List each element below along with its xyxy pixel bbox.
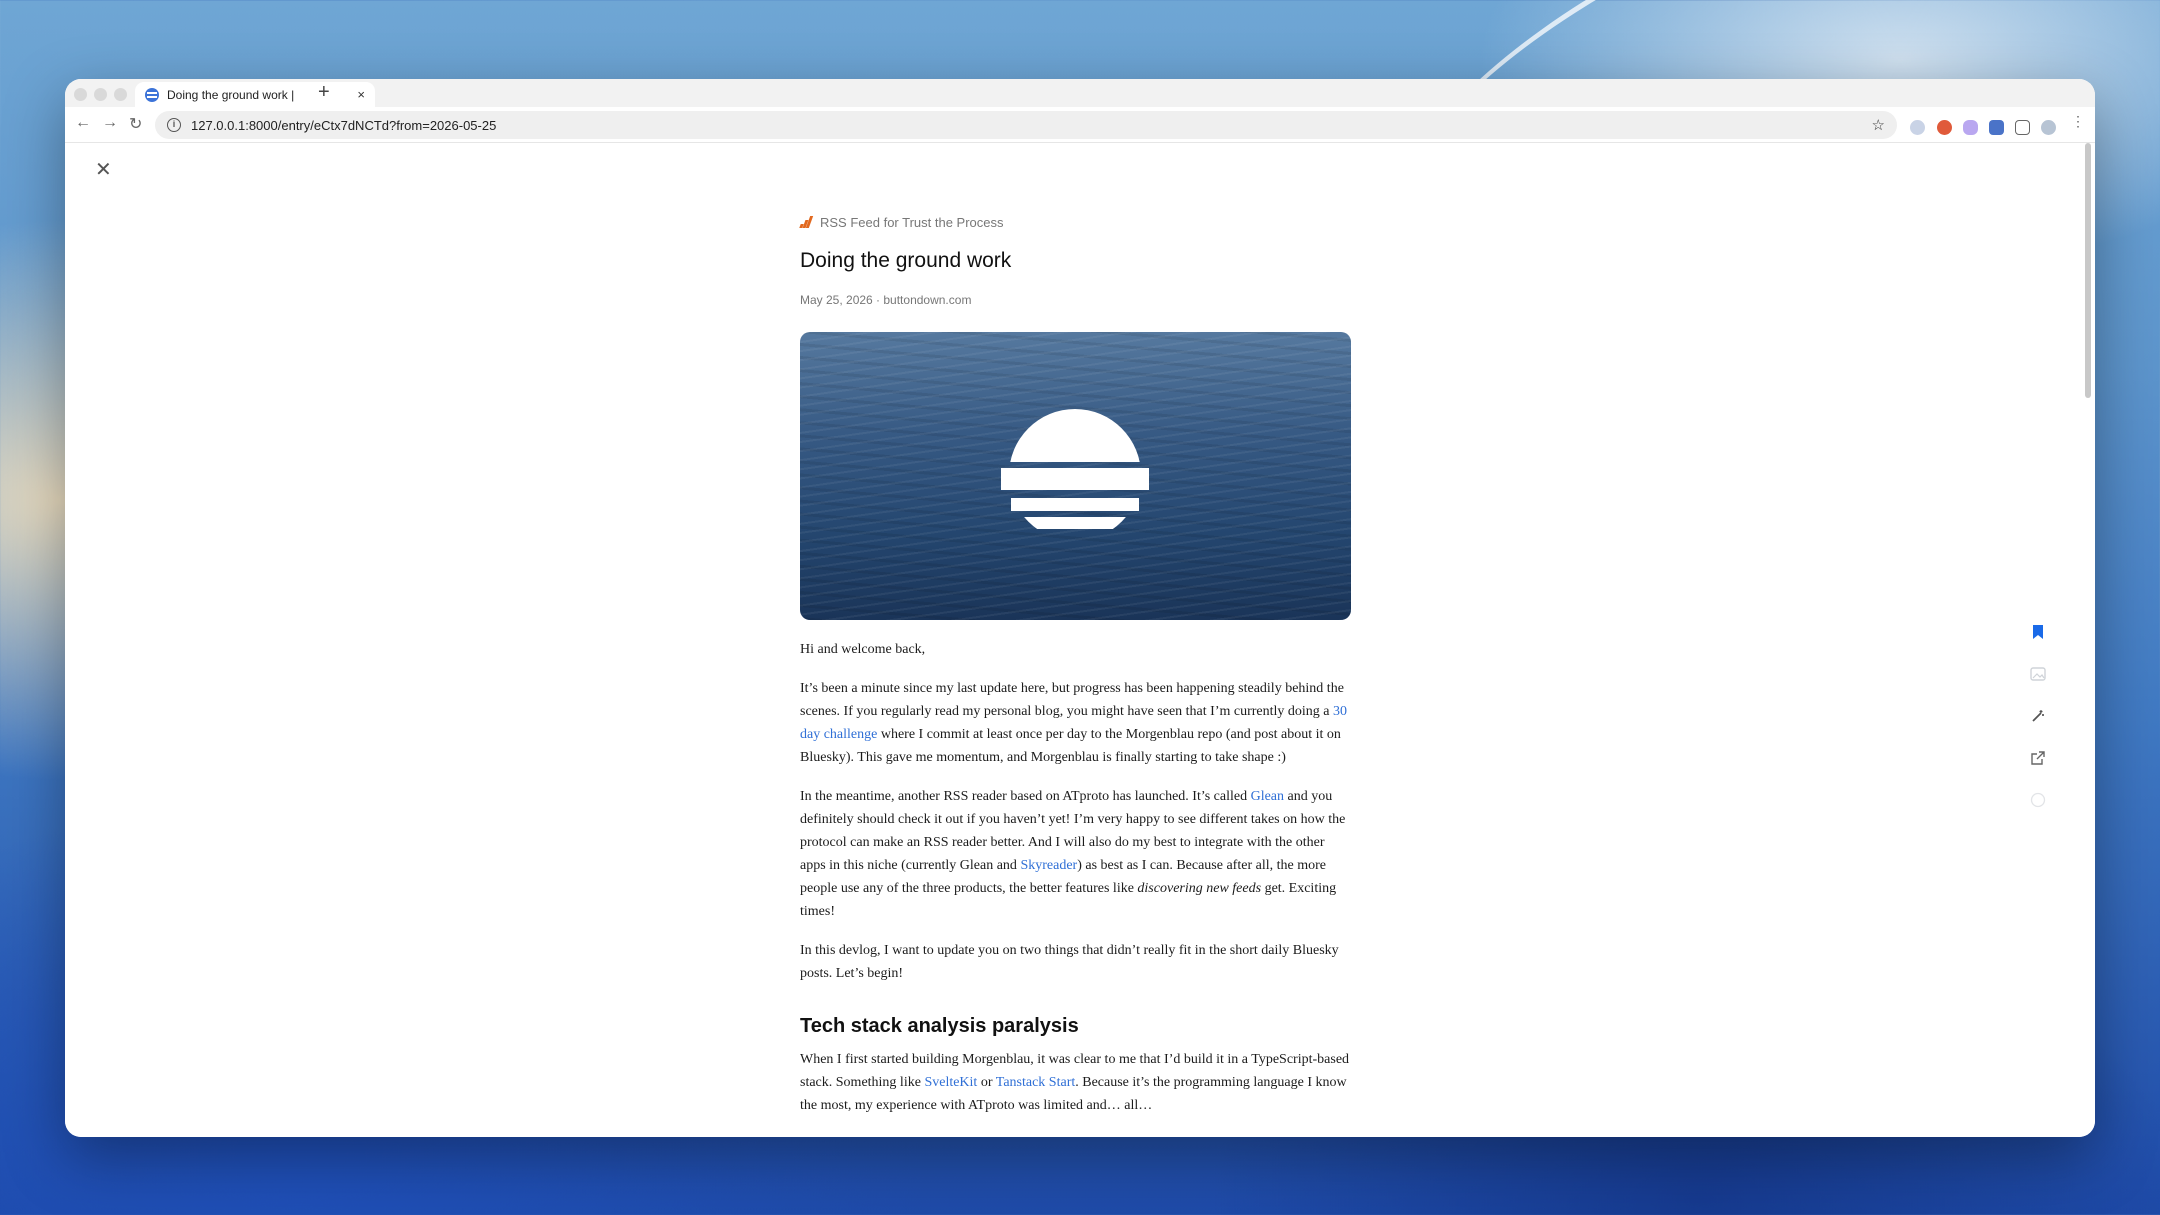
extension-red-icon[interactable] bbox=[1937, 120, 1952, 135]
text-run: It’s been a minute since my last update … bbox=[800, 681, 1344, 719]
window-close-button[interactable] bbox=[74, 88, 87, 101]
page-content: ✕ RSS Feed for Trust the Process Doing t… bbox=[65, 143, 2095, 1137]
text-run: or bbox=[977, 1075, 996, 1090]
back-button[interactable]: ← bbox=[75, 114, 91, 132]
circle-icon[interactable] bbox=[2029, 791, 2047, 809]
feed-name[interactable]: RSS Feed for Trust the Process bbox=[820, 215, 1004, 230]
extension-purple-icon[interactable] bbox=[1963, 120, 1978, 135]
profile-avatar[interactable] bbox=[2041, 120, 2056, 135]
text-run: In the meantime, another RSS reader base… bbox=[800, 789, 1251, 804]
article-body: Hi and welcome back, It’s been a minute … bbox=[800, 638, 1351, 1117]
paragraph-progress: It’s been a minute since my last update … bbox=[800, 677, 1351, 769]
tab-close-icon[interactable]: × bbox=[357, 87, 365, 102]
window-minimize-button[interactable] bbox=[94, 88, 107, 101]
feed-source[interactable]: RSS Feed for Trust the Process bbox=[799, 213, 1351, 231]
article-title: Doing the ground work bbox=[800, 249, 1012, 272]
bookmark-star-icon[interactable]: ☆ bbox=[1872, 116, 1885, 134]
browser-window: Doing the ground work | × + ← → ↻ i 127.… bbox=[65, 79, 2095, 1137]
section-heading: Tech stack analysis paralysis bbox=[800, 1015, 1079, 1037]
paragraph-tech-stack: When I first started building Morgenblau… bbox=[800, 1048, 1351, 1117]
browser-menu-icon[interactable]: ⋮ bbox=[2071, 113, 2085, 130]
image-icon[interactable] bbox=[2029, 665, 2047, 683]
window-zoom-button[interactable] bbox=[114, 88, 127, 101]
link-glean[interactable]: Glean bbox=[1251, 789, 1284, 804]
sunset-stripes-logo bbox=[1001, 409, 1149, 529]
address-bar[interactable]: i 127.0.0.1:8000/entry/eCtx7dNCTd?from=2… bbox=[155, 111, 1897, 139]
tab-favicon-icon bbox=[145, 87, 159, 102]
reload-button[interactable]: ↻ bbox=[129, 114, 142, 134]
link-skyreader[interactable]: Skyreader bbox=[1020, 858, 1077, 873]
extensions-puzzle-icon[interactable] bbox=[2015, 120, 2030, 135]
browser-toolbar: ← → ↻ i 127.0.0.1:8000/entry/eCtx7dNCTd?… bbox=[65, 107, 2095, 143]
text-run: where I commit at least once per day to … bbox=[800, 727, 1341, 765]
site-info-icon[interactable]: i bbox=[167, 118, 181, 132]
emphasis-text: discovering new feeds bbox=[1137, 881, 1262, 896]
link-tanstack-start[interactable]: Tanstack Start bbox=[996, 1075, 1076, 1090]
link-sveltekit[interactable]: SvelteKit bbox=[924, 1075, 977, 1090]
close-reader-button[interactable]: ✕ bbox=[95, 157, 112, 182]
hero-image bbox=[800, 332, 1351, 620]
paragraph-devlog: In this devlog, I want to update you on … bbox=[800, 943, 1339, 981]
magic-wand-icon[interactable] bbox=[2029, 707, 2047, 725]
article: RSS Feed for Trust the Process Doing the… bbox=[799, 213, 1351, 1117]
scrollbar-thumb[interactable] bbox=[2085, 143, 2091, 398]
rss-feed-icon bbox=[799, 216, 814, 228]
bookmark-icon[interactable] bbox=[2029, 623, 2047, 641]
article-meta: May 25, 2026 · buttondown.com bbox=[800, 293, 972, 307]
extension-blue-icon[interactable] bbox=[1989, 120, 2004, 135]
paragraph-meantime: In the meantime, another RSS reader base… bbox=[800, 785, 1351, 923]
forward-button[interactable]: → bbox=[102, 114, 118, 132]
tab-active[interactable]: Doing the ground work | × bbox=[135, 82, 375, 107]
scrollbar[interactable] bbox=[2085, 143, 2091, 1137]
side-action-rail bbox=[2029, 623, 2049, 833]
address-url[interactable]: 127.0.0.1:8000/entry/eCtx7dNCTd?from=202… bbox=[191, 118, 1872, 133]
extension-globe-icon[interactable] bbox=[1910, 120, 1925, 135]
paragraph-greeting: Hi and welcome back, bbox=[800, 642, 926, 657]
share-icon[interactable] bbox=[2029, 749, 2047, 767]
new-tab-button[interactable]: + bbox=[318, 81, 330, 104]
tab-strip: Doing the ground work | × + bbox=[65, 79, 2095, 107]
